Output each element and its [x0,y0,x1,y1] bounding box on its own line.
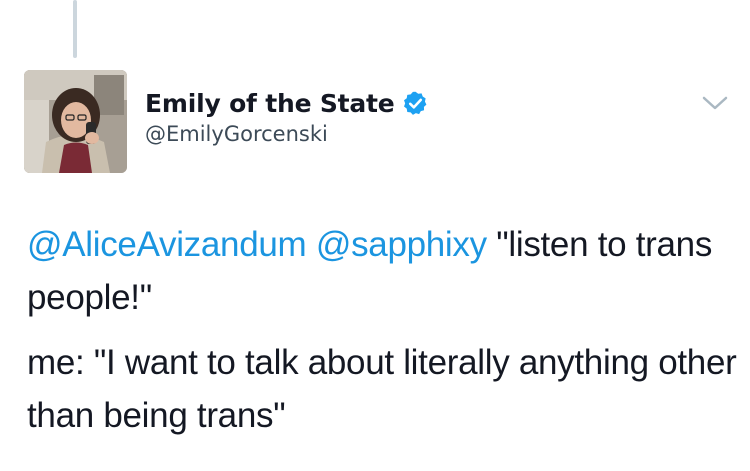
tweet-text: @AliceAvizandum @sapphixy "listen to tra… [27,218,742,442]
tweet-paragraph-1: @AliceAvizandum @sapphixy "listen to tra… [27,218,742,324]
tweet-header: Emily of the State @EmilyGorcenski [145,86,429,146]
verified-badge-icon [402,90,429,117]
author-name-row: Emily of the State [145,86,429,120]
avatar[interactable] [24,70,127,173]
chevron-down-icon[interactable] [700,92,730,114]
author-handle[interactable]: @EmilyGorcenski [145,122,429,146]
mention-link[interactable]: @AliceAvizandum [27,225,307,264]
author-display-name[interactable]: Emily of the State [145,89,395,118]
tweet-paragraph-2: me: "I want to talk about literally anyt… [27,343,737,435]
thread-connector-line [73,0,77,58]
mention-link[interactable]: @sapphixy [316,225,487,264]
